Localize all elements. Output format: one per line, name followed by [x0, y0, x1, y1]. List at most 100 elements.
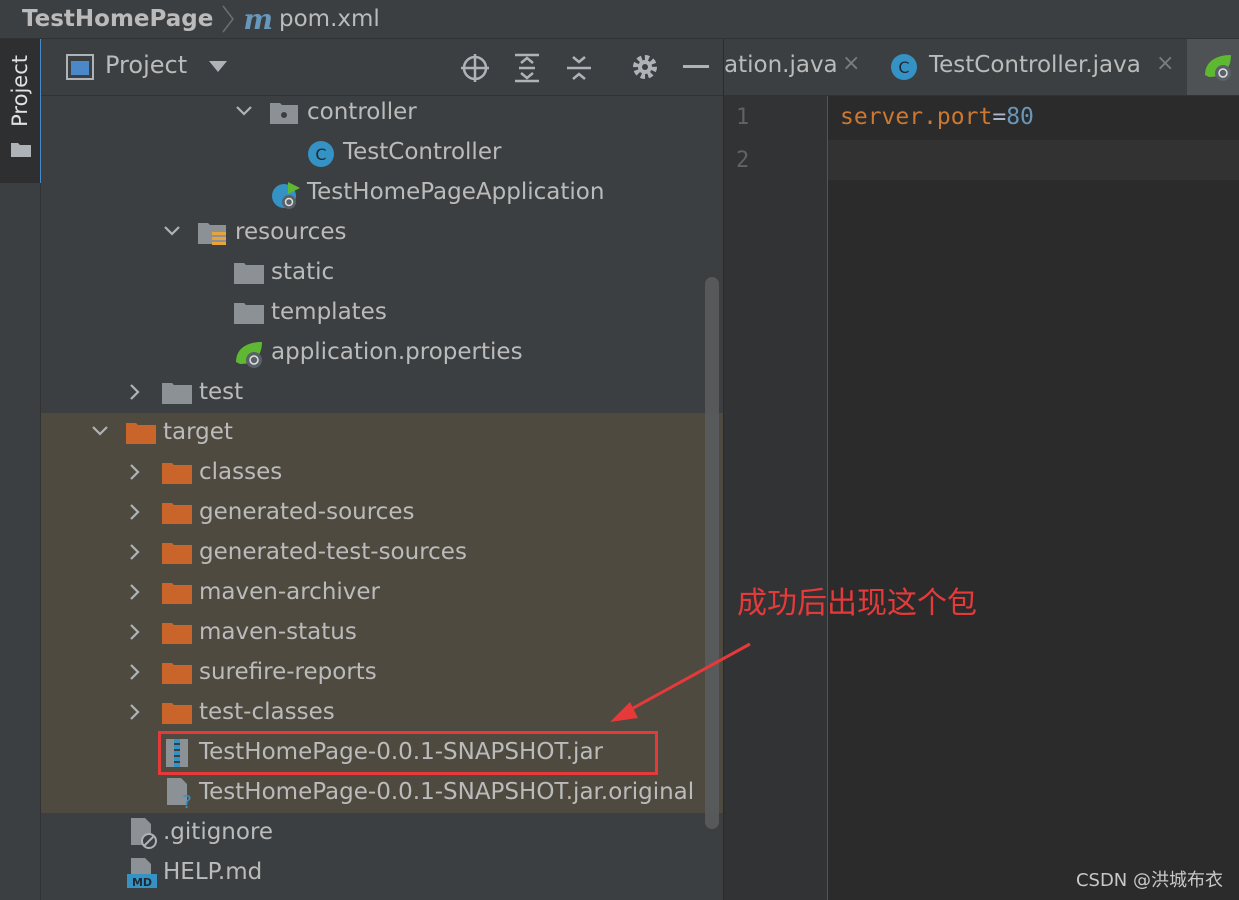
class-icon: C — [308, 141, 334, 167]
unknown-file-icon: ? — [167, 778, 192, 809]
current-line-highlight — [828, 140, 1239, 180]
tree-item-label: classes — [199, 459, 283, 485]
ignore-file-icon — [131, 818, 157, 849]
chevron-right-icon[interactable] — [129, 623, 141, 641]
tree-item-gitignore[interactable]: .gitignore — [41, 813, 723, 853]
tree-item-label: test — [199, 379, 244, 405]
project-view-icon — [66, 54, 94, 80]
chevron-right-icon[interactable] — [129, 703, 141, 721]
tree-item-label: controller — [307, 99, 417, 125]
tree-item-test[interactable]: test — [41, 373, 723, 413]
tree-item-label: test-classes — [199, 699, 335, 725]
breadcrumb-project[interactable]: TestHomePage — [22, 6, 213, 32]
chevron-right-icon[interactable] — [129, 383, 141, 401]
tree-scrollbar[interactable] — [705, 277, 719, 829]
left-tool-strip: Project — [0, 39, 42, 900]
annotation-highlight-box — [158, 731, 658, 775]
project-view-selector[interactable]: Project — [105, 51, 187, 79]
tree-item-maven-archiver[interactable]: maven-archiver — [41, 573, 723, 613]
tab-label: ation.java — [724, 52, 838, 78]
tree-item-application-properties[interactable]: application.properties — [41, 333, 723, 373]
minimize-icon[interactable] — [683, 65, 709, 69]
chevron-right-icon[interactable] — [129, 663, 141, 681]
tree-item-testcontroller[interactable]: C TestController — [41, 133, 723, 173]
tree-item-label: TestController — [343, 139, 502, 165]
spring-boot-app-icon — [272, 182, 300, 209]
tree-item-static[interactable]: static — [41, 253, 723, 293]
tree-item-label: HELP.md — [163, 859, 263, 885]
excluded-folder-icon — [162, 463, 192, 484]
annotation-text: 成功后出现这个包 — [737, 586, 977, 621]
excluded-folder-icon — [162, 503, 192, 524]
excluded-folder-icon — [162, 703, 192, 724]
tree-item-generated-sources[interactable]: generated-sources — [41, 493, 723, 533]
excluded-folder-icon — [162, 663, 192, 684]
annotation-arrow-icon — [610, 642, 751, 722]
tree-item-testhomepageapplication[interactable]: TestHomePageApplication — [41, 173, 723, 213]
class-icon: C — [891, 54, 917, 80]
chevron-right-icon[interactable] — [129, 463, 141, 481]
maven-file-icon: m — [243, 2, 273, 36]
tree-item-label: generated-sources — [199, 499, 415, 525]
tree-item-controller[interactable]: controller — [41, 93, 723, 133]
tab-testcontroller-java[interactable]: C TestController.java × — [874, 39, 1186, 95]
chevron-down-icon[interactable] — [235, 105, 253, 117]
chevron-down-icon[interactable] — [91, 425, 109, 437]
tab-application-properties[interactable] — [1187, 39, 1239, 95]
tab-application-java[interactable]: ation.java × — [724, 39, 874, 95]
folder-icon — [11, 143, 31, 157]
spring-leaf-icon — [236, 342, 262, 368]
navigation-breadcrumb: TestHomePage m pom.xml — [0, 0, 1239, 39]
editor-tab-bar: ation.java × C TestController.java × — [724, 39, 1239, 96]
close-icon[interactable]: × — [842, 51, 860, 76]
folder-icon — [234, 263, 264, 284]
property-value: 80 — [1006, 104, 1034, 130]
tree-item-target[interactable]: target — [41, 413, 723, 453]
expand-all-icon[interactable] — [513, 53, 541, 83]
collapse-all-icon[interactable] — [565, 53, 593, 83]
line-number: 2 — [736, 148, 750, 173]
locate-target-icon[interactable] — [460, 53, 490, 83]
watermark: CSDN @洪城布衣 — [1075, 870, 1223, 891]
breadcrumb-file[interactable]: pom.xml — [279, 6, 380, 32]
svg-text:C: C — [898, 58, 909, 77]
markdown-file-icon: MD — [127, 858, 157, 889]
tree-item-label: .gitignore — [163, 819, 274, 845]
folder-icon — [162, 383, 192, 404]
tree-item-help-md[interactable]: MD HELP.md — [41, 853, 723, 893]
excluded-folder-icon — [162, 543, 192, 564]
chevron-right-icon[interactable] — [129, 503, 141, 521]
tree-item-generated-test-sources[interactable]: generated-test-sources — [41, 533, 723, 573]
chevron-down-icon[interactable] — [163, 225, 181, 237]
tab-label: TestController.java — [929, 52, 1141, 78]
project-tool-tab[interactable]: Project — [0, 39, 42, 183]
excluded-folder-icon — [162, 583, 192, 604]
tree-item-label: generated-test-sources — [199, 539, 467, 565]
tree-item-classes[interactable]: classes — [41, 453, 723, 493]
excluded-folder-icon — [126, 423, 156, 444]
tree-item-label: static — [271, 259, 335, 285]
svg-text:?: ? — [182, 792, 192, 809]
code-editor[interactable]: server.port=80 — [840, 104, 1034, 130]
tree-item-label: application.properties — [271, 339, 523, 365]
chevron-right-icon[interactable] — [129, 543, 141, 561]
breadcrumb-separator-icon — [222, 5, 235, 33]
line-number-gutter: 1 2 — [724, 96, 828, 900]
tree-item-resources[interactable]: resources — [41, 213, 723, 253]
tree-item-label: TestHomePageApplication — [307, 179, 605, 205]
tree-item-jar-original[interactable]: ? TestHomePage-0.0.1-SNAPSHOT.jar.origin… — [41, 773, 723, 813]
chevron-down-icon[interactable] — [209, 61, 227, 73]
spring-leaf-icon — [1205, 55, 1231, 81]
tree-item-templates[interactable]: templates — [41, 293, 723, 333]
excluded-folder-icon — [162, 623, 192, 644]
chevron-right-icon[interactable] — [129, 583, 141, 601]
close-icon[interactable]: × — [1156, 51, 1174, 76]
property-key: server.port — [840, 104, 993, 130]
property-separator: = — [992, 104, 1007, 130]
project-tool-tab-label: Project — [8, 55, 32, 127]
svg-text:C: C — [315, 145, 326, 164]
editor-area: ation.java × C TestController.java × 1 2… — [724, 39, 1239, 900]
tree-item-label: resources — [235, 219, 347, 245]
gear-icon[interactable] — [631, 53, 659, 81]
tree-item-label: templates — [271, 299, 387, 325]
